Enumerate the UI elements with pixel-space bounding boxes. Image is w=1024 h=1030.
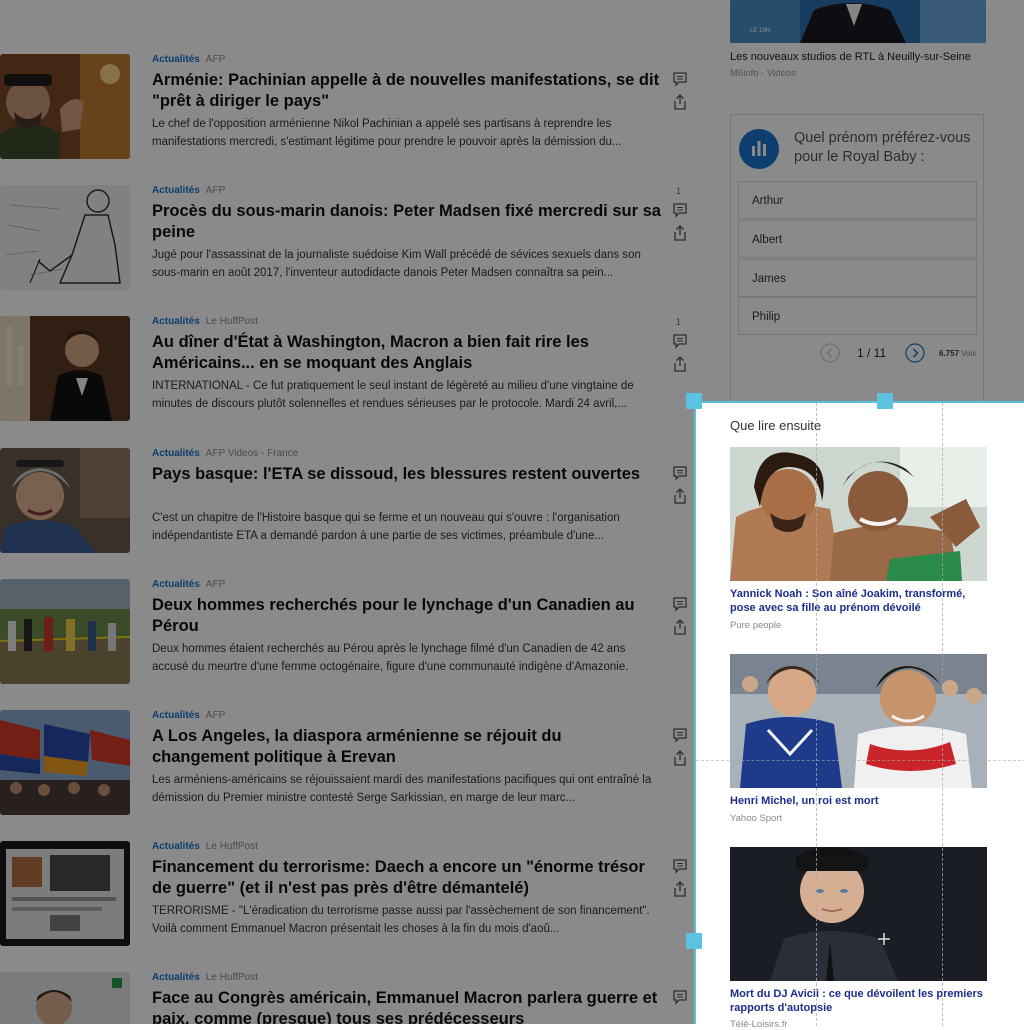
rec-image (730, 447, 987, 581)
rec-image (730, 847, 987, 981)
read-next-heading: Que lire ensuite (730, 418, 822, 433)
rec-source: Pure people (730, 620, 782, 631)
rec-thumbnail[interactable] (730, 654, 987, 788)
rec-title[interactable]: Mort du DJ Avicii : ce que dévoilent les… (730, 987, 990, 1015)
selection-handle[interactable] (686, 393, 702, 409)
rec-title[interactable]: Henri Michel, un roi est mort (730, 794, 990, 808)
rec-thumbnail[interactable] (730, 847, 987, 981)
selection-handle[interactable] (686, 933, 702, 949)
selection-guide-horizontal (696, 760, 1024, 761)
crosshair-icon (878, 933, 890, 945)
rec-title[interactable]: Yannick Noah : Son aîné Joakim, transfor… (730, 587, 990, 615)
selection-handle[interactable] (877, 393, 893, 409)
rec-image (730, 654, 987, 788)
rec-source: Yahoo Sport (730, 813, 783, 824)
selection-guide-vertical (816, 403, 817, 1026)
rec-source: Télé-Loisirs.fr (730, 1019, 788, 1030)
selection-guide-vertical (942, 403, 943, 1026)
rec-thumbnail[interactable] (730, 447, 987, 581)
read-next-panel: Que lire ensuite Yannick Noah : Son aîné… (694, 401, 1024, 1030)
